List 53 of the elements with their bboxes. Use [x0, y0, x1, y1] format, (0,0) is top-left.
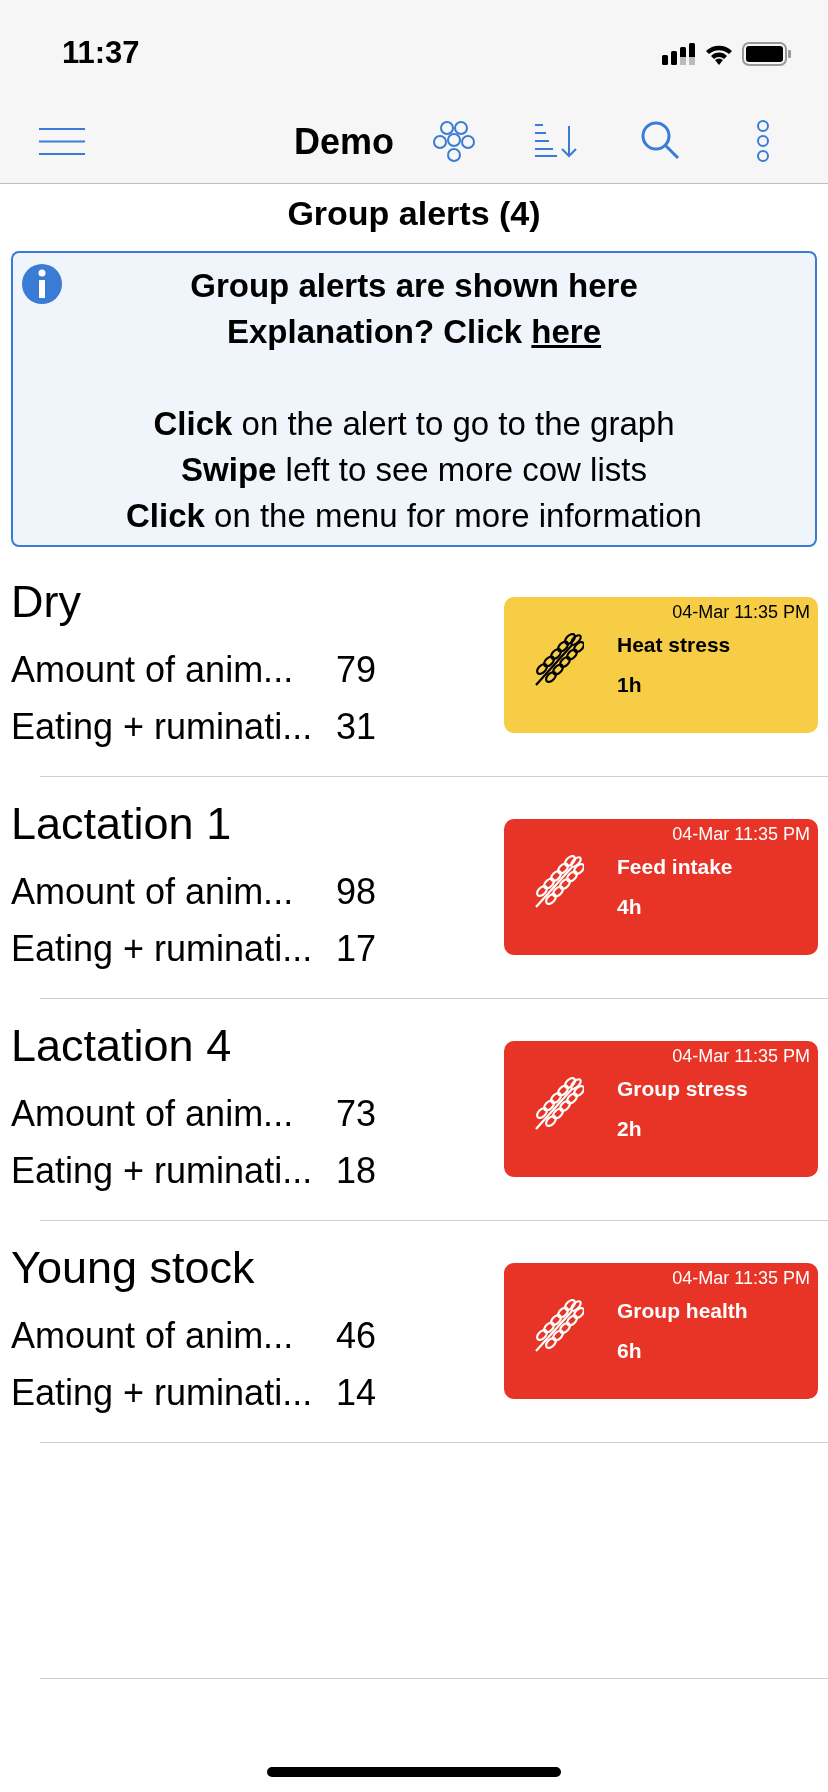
info-text: Explanation? Click [226, 313, 523, 350]
alert-title: Heat stress [617, 632, 731, 658]
metric-value: 46 [336, 1314, 377, 1358]
alert-card[interactable]: 04-Mar 11:35 PM Heat stress 1h [504, 597, 818, 733]
alert-title: Group health [617, 1298, 748, 1324]
metric-label: Eating + ruminati... [11, 1371, 314, 1415]
tip-text: Click on the alert to go to the graph [153, 405, 675, 442]
metric-value: 98 [336, 870, 377, 914]
metric-value: 31 [336, 705, 377, 749]
metric-value: 79 [336, 648, 377, 692]
metric-label: Eating + ruminati... [11, 1149, 314, 1193]
alert-time: 04-Mar 11:35 PM [672, 1045, 810, 1068]
status-time: 11:37 [62, 34, 140, 73]
menu-icon[interactable] [39, 128, 85, 155]
metric-value: 18 [336, 1149, 377, 1193]
alert-title: Group stress [617, 1076, 748, 1102]
more-icon[interactable] [755, 119, 771, 163]
alert-card[interactable]: 04-Mar 11:35 PM Feed intake 4h [504, 819, 818, 955]
metric-value: 14 [336, 1371, 377, 1415]
metric-value: 17 [336, 927, 377, 971]
metric-label: Amount of anim... [11, 648, 295, 692]
group-name: Dry [11, 576, 81, 627]
alert-time: 04-Mar 11:35 PM [672, 1267, 810, 1290]
metric-label: Eating + ruminati... [11, 705, 314, 749]
group-name: Young stock [11, 1242, 255, 1293]
alert-duration: 6h [617, 1338, 642, 1364]
metric-label: Amount of anim... [11, 1314, 295, 1358]
alert-title: Feed intake [617, 854, 733, 880]
group-name: Lactation 1 [11, 798, 232, 849]
metric-label: Amount of anim... [11, 1092, 295, 1136]
metric-label: Eating + ruminati... [11, 927, 314, 971]
explanation-link[interactable]: here [531, 313, 602, 350]
signal-icon [662, 42, 696, 65]
metric-value: 73 [336, 1092, 377, 1136]
info-text: Group alerts are shown here [190, 267, 638, 304]
group-name: Lactation 4 [11, 1020, 232, 1071]
search-icon[interactable] [640, 120, 680, 160]
nav-title: Demo [294, 120, 395, 164]
alert-time: 04-Mar 11:35 PM [672, 601, 810, 624]
tip-text: Click on the menu for more information [126, 497, 702, 534]
tip-text: Swipe left to see more cow lists [181, 451, 647, 488]
alert-card[interactable]: 04-Mar 11:35 PM Group stress 2h [504, 1041, 818, 1177]
battery-icon [742, 41, 792, 66]
metric-label: Amount of anim... [11, 870, 295, 914]
herd-icon[interactable] [432, 118, 476, 164]
alert-duration: 2h [617, 1116, 642, 1142]
alert-duration: 4h [617, 894, 642, 920]
alert-duration: 1h [617, 672, 642, 698]
info-icon [21, 263, 63, 305]
alert-card[interactable]: 04-Mar 11:35 PM Group health 6h [504, 1263, 818, 1399]
sort-icon[interactable] [533, 122, 579, 158]
alert-time: 04-Mar 11:35 PM [672, 823, 810, 846]
page-title: Group alerts (4) [287, 194, 541, 232]
